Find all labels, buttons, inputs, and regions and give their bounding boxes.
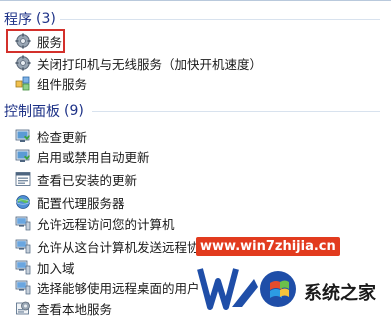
result-item-label: 查看本地服务 — [37, 301, 113, 317]
result-item-services[interactable]: 服务 — [15, 31, 62, 51]
installed-updates-icon — [15, 172, 31, 186]
control-panel-section-title: 控制面板 — [4, 104, 60, 120]
result-item-remote-assistance[interactable]: 允许从这台计算机发送远程协助邀请 — [15, 236, 237, 256]
result-item-label: 启用或禁用自动更新 — [37, 149, 150, 165]
services-gear-icon — [15, 55, 31, 71]
result-item-proxy-server[interactable]: 配置代理服务器 — [15, 192, 125, 212]
win7-logo-icon — [197, 268, 296, 310]
windows-update-icon — [15, 129, 30, 142]
control-panel-section-divider — [92, 111, 380, 112]
component-services-icon — [15, 76, 30, 91]
services-gear-icon — [15, 33, 31, 49]
programs-section-header: 程序 (3) — [4, 9, 56, 29]
internet-options-icon — [16, 195, 30, 209]
result-item-label: 服务 — [37, 34, 63, 50]
result-item-check-updates[interactable]: 检查更新 — [15, 126, 87, 146]
result-item-label: 选择能够使用远程桌面的用户 — [37, 280, 200, 296]
result-item-auto-update[interactable]: 启用或禁用自动更新 — [15, 146, 150, 166]
result-item-remote-access[interactable]: 允许远程访问您的计算机 — [15, 213, 175, 233]
admin-tools-icon — [16, 301, 30, 315]
windows-update-icon — [15, 149, 30, 162]
result-item-label: 检查更新 — [37, 129, 88, 145]
result-item-component-services[interactable]: 组件服务 — [15, 73, 87, 93]
control-panel-section-header: 控制面板 (9) — [4, 101, 84, 121]
system-icon — [15, 216, 31, 231]
programs-section-title: 程序 — [4, 12, 32, 28]
programs-section-count: (3) — [36, 11, 56, 27]
system-icon — [15, 260, 31, 275]
system-icon — [15, 280, 31, 295]
result-item-remote-desktop-users[interactable]: 选择能够使用远程桌面的用户 — [15, 277, 200, 297]
programs-section-divider — [60, 19, 380, 20]
search-results-panel: 程序 (3) 服务 关闭打印机与无线服务（加快开机速度） 组件服务 控制面板 (… — [0, 0, 391, 331]
system-icon — [15, 239, 31, 254]
result-item-label: 配置代理服务器 — [37, 195, 125, 211]
result-item-join-domain[interactable]: 加入域 — [15, 257, 75, 277]
result-item-label: 组件服务 — [37, 76, 88, 92]
control-panel-section-count: (9) — [64, 103, 84, 119]
result-item-label: 关闭打印机与无线服务（加快开机速度） — [37, 56, 263, 72]
result-item-installed-updates[interactable]: 查看已安装的更新 — [15, 169, 137, 189]
result-item-view-local-services[interactable]: 查看本地服务 — [15, 298, 112, 318]
result-item-label: 允许从这台计算机发送远程协助邀请 — [37, 239, 238, 255]
result-item-disable-printer-wireless[interactable]: 关闭打印机与无线服务（加快开机速度） — [15, 53, 262, 73]
result-item-label: 加入域 — [37, 260, 75, 276]
result-item-label: 允许远程访问您的计算机 — [37, 216, 175, 232]
result-item-label: 查看已安装的更新 — [37, 172, 138, 188]
watermark-brand: 系统之家 — [304, 283, 376, 304]
